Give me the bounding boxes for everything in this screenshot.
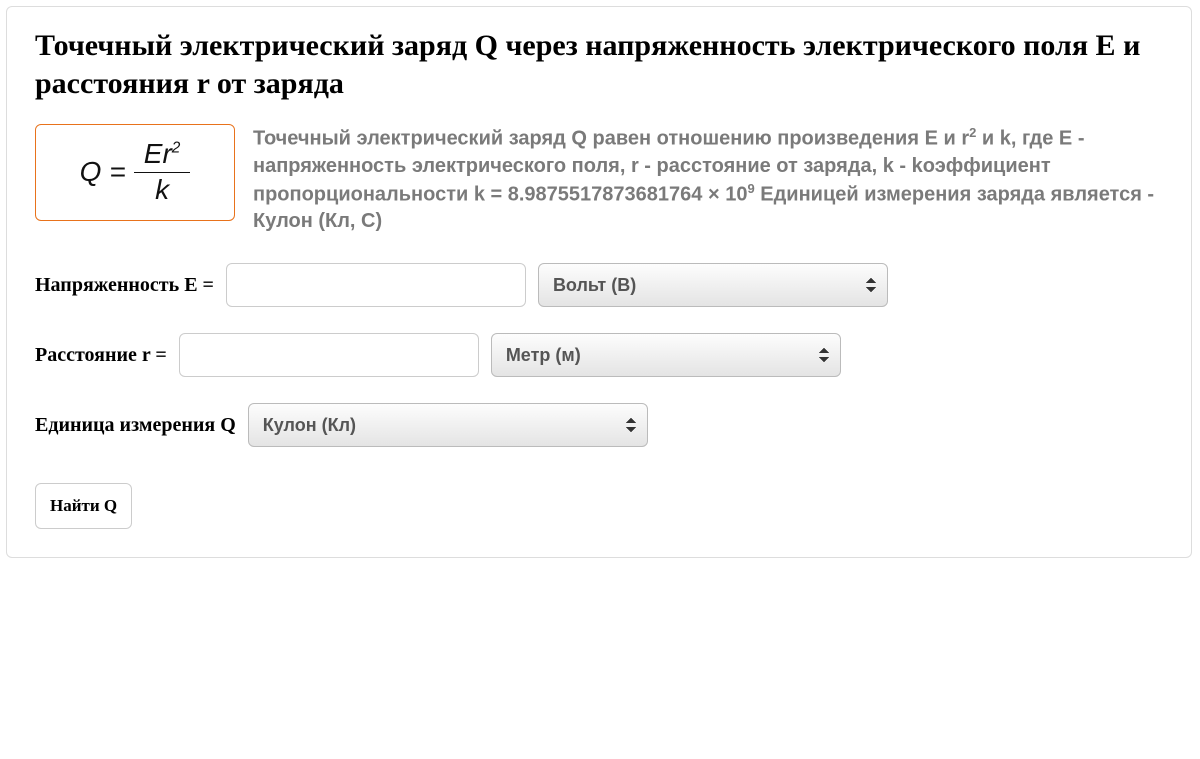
description-text: Точечный электрический заряд Q равен отн… xyxy=(253,124,1163,235)
row-q: Единица измерения Q Кулон (Кл) xyxy=(35,403,1163,447)
formula-lhs: Q xyxy=(80,156,102,188)
formula-denominator: k xyxy=(155,173,169,206)
formula-box: Q = Er2 k xyxy=(35,124,235,221)
page-title: Точечный электрический заряд Q через нап… xyxy=(35,27,1163,102)
formula: Q = Er2 k xyxy=(80,139,191,206)
select-unit-e[interactable]: Вольт (В) xyxy=(538,263,888,307)
label-e: Напряженность E = xyxy=(35,274,214,297)
select-wrap-r: Метр (м) xyxy=(491,333,841,377)
select-unit-r[interactable]: Метр (м) xyxy=(491,333,841,377)
select-wrap-e: Вольт (В) xyxy=(538,263,888,307)
select-unit-q[interactable]: Кулон (Кл) xyxy=(248,403,648,447)
submit-button[interactable]: Найти Q xyxy=(35,483,132,529)
formula-numerator: Er2 xyxy=(134,139,191,173)
select-wrap-q: Кулон (Кл) xyxy=(248,403,648,447)
description-row: Q = Er2 k Точечный электрический заряд Q… xyxy=(35,124,1163,235)
row-e: Напряженность E = Вольт (В) xyxy=(35,263,1163,307)
formula-fraction: Er2 k xyxy=(134,139,191,206)
input-r[interactable] xyxy=(179,333,479,377)
row-r: Расстояние r = Метр (м) xyxy=(35,333,1163,377)
label-r: Расстояние r = xyxy=(35,344,167,367)
formula-eq: = xyxy=(109,156,125,188)
calculator-card: Точечный электрический заряд Q через нап… xyxy=(6,6,1192,558)
label-q: Единица измерения Q xyxy=(35,414,236,437)
input-e[interactable] xyxy=(226,263,526,307)
